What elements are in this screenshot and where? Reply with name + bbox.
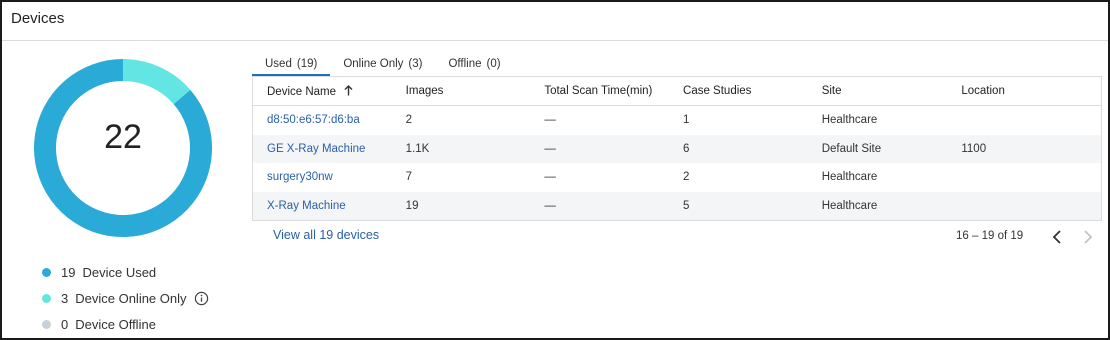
cell-images: 19 — [405, 199, 419, 212]
legend-dot-offline — [42, 319, 51, 329]
column-header-device-name[interactable]: Device Name — [253, 84, 392, 98]
table-header-row: Device Name Images Total Scan Time(min) … — [253, 77, 1101, 106]
legend-count: 19 — [61, 264, 76, 280]
cell-site: Healthcare — [821, 114, 878, 127]
device-name-link[interactable]: GE X-Ray Machine — [253, 143, 392, 155]
column-header-total-scan-time[interactable]: Total Scan Time(min) — [530, 85, 669, 97]
cell-images: 7 — [405, 171, 413, 184]
cell-case-studies: 2 — [683, 171, 690, 184]
view-all-devices-link[interactable]: View all 19 devices — [273, 228, 379, 242]
cell-site: Healthcare — [821, 171, 878, 184]
devices-table: Device Name Images Total Scan Time(min) … — [252, 77, 1102, 221]
tab-label: Used — [265, 58, 292, 70]
cell-site: Healthcare — [821, 199, 878, 212]
cell-images: 1.1K — [405, 142, 430, 155]
legend-label: Device Online Only — [75, 290, 187, 306]
legend-label: Device Offline — [75, 316, 156, 332]
cell-images: 2 — [405, 114, 413, 127]
column-header-images[interactable]: Images — [392, 85, 531, 97]
device-name-link[interactable]: d8:50:e6:57:d6:ba — [253, 114, 392, 126]
legend-label: Device Used — [82, 264, 157, 280]
cell-location: 1100 — [961, 142, 987, 155]
tab-count: (0) — [486, 58, 501, 70]
arrow-up-icon[interactable] — [344, 84, 353, 96]
cell-case-studies: 6 — [683, 142, 690, 155]
tab-count: (3) — [408, 58, 423, 70]
pagination-range: 16 – 19 of 19 — [956, 230, 1024, 242]
tab-used[interactable]: Used (19) — [252, 55, 331, 76]
devices-donut-chart: 22 — [32, 57, 214, 239]
cell-scan-time: — — [544, 142, 556, 155]
tab-count: (19) — [296, 58, 318, 70]
legend-count: 3 — [61, 290, 69, 306]
tab-online-only[interactable]: Online Only (3) — [330, 55, 435, 76]
column-header-location[interactable]: Location — [947, 85, 1101, 97]
card-header: Devices — [2, 2, 1108, 41]
tab-label: Offline — [448, 58, 482, 70]
donut-total: 22 — [104, 117, 142, 156]
chevron-left-icon[interactable] — [1049, 228, 1065, 246]
device-name-link[interactable]: X-Ray Machine — [253, 200, 392, 212]
legend-item-used: 19 Device Used — [42, 259, 209, 285]
legend-item-online: 3 Device Online Only — [42, 285, 209, 311]
device-tabs: Used (19) Online Only (3) Offline (0) — [252, 55, 514, 77]
legend-item-offline: 0 Device Offline — [42, 311, 209, 337]
cell-case-studies: 5 — [683, 199, 690, 212]
legend-dot-used — [42, 267, 51, 277]
table-row: surgery30nw 7 — 2 Healthcare — [253, 163, 1101, 192]
column-header-label: Device Name — [267, 85, 337, 98]
cell-scan-time: — — [544, 114, 556, 127]
card-title: Devices — [11, 10, 65, 27]
tab-label: Online Only — [343, 58, 404, 70]
cell-case-studies: 1 — [683, 114, 690, 127]
legend-count: 0 — [61, 316, 69, 332]
column-header-site[interactable]: Site — [808, 85, 948, 97]
info-circle-icon[interactable] — [194, 291, 209, 306]
devices-card: Devices 22 19 Device Used 3 Device Onlin… — [0, 0, 1110, 340]
cell-site: Default Site — [821, 142, 882, 155]
donut-legend: 19 Device Used 3 Device Online Only 0 De… — [42, 259, 209, 337]
column-header-case-studies[interactable]: Case Studies — [669, 85, 808, 97]
tab-offline[interactable]: Offline (0) — [435, 55, 513, 76]
table-row: GE X-Ray Machine 1.1K — 6 Default Site 1… — [253, 134, 1101, 163]
device-name-link[interactable]: surgery30nw — [253, 171, 392, 183]
table-row: d8:50:e6:57:d6:ba 2 — 1 Healthcare — [253, 106, 1101, 135]
legend-dot-online — [42, 293, 51, 303]
cell-scan-time: — — [544, 171, 556, 184]
cell-scan-time: — — [544, 199, 556, 212]
table-row: X-Ray Machine 19 — 5 Healthcare — [253, 191, 1101, 220]
chevron-right-icon[interactable] — [1080, 228, 1096, 246]
